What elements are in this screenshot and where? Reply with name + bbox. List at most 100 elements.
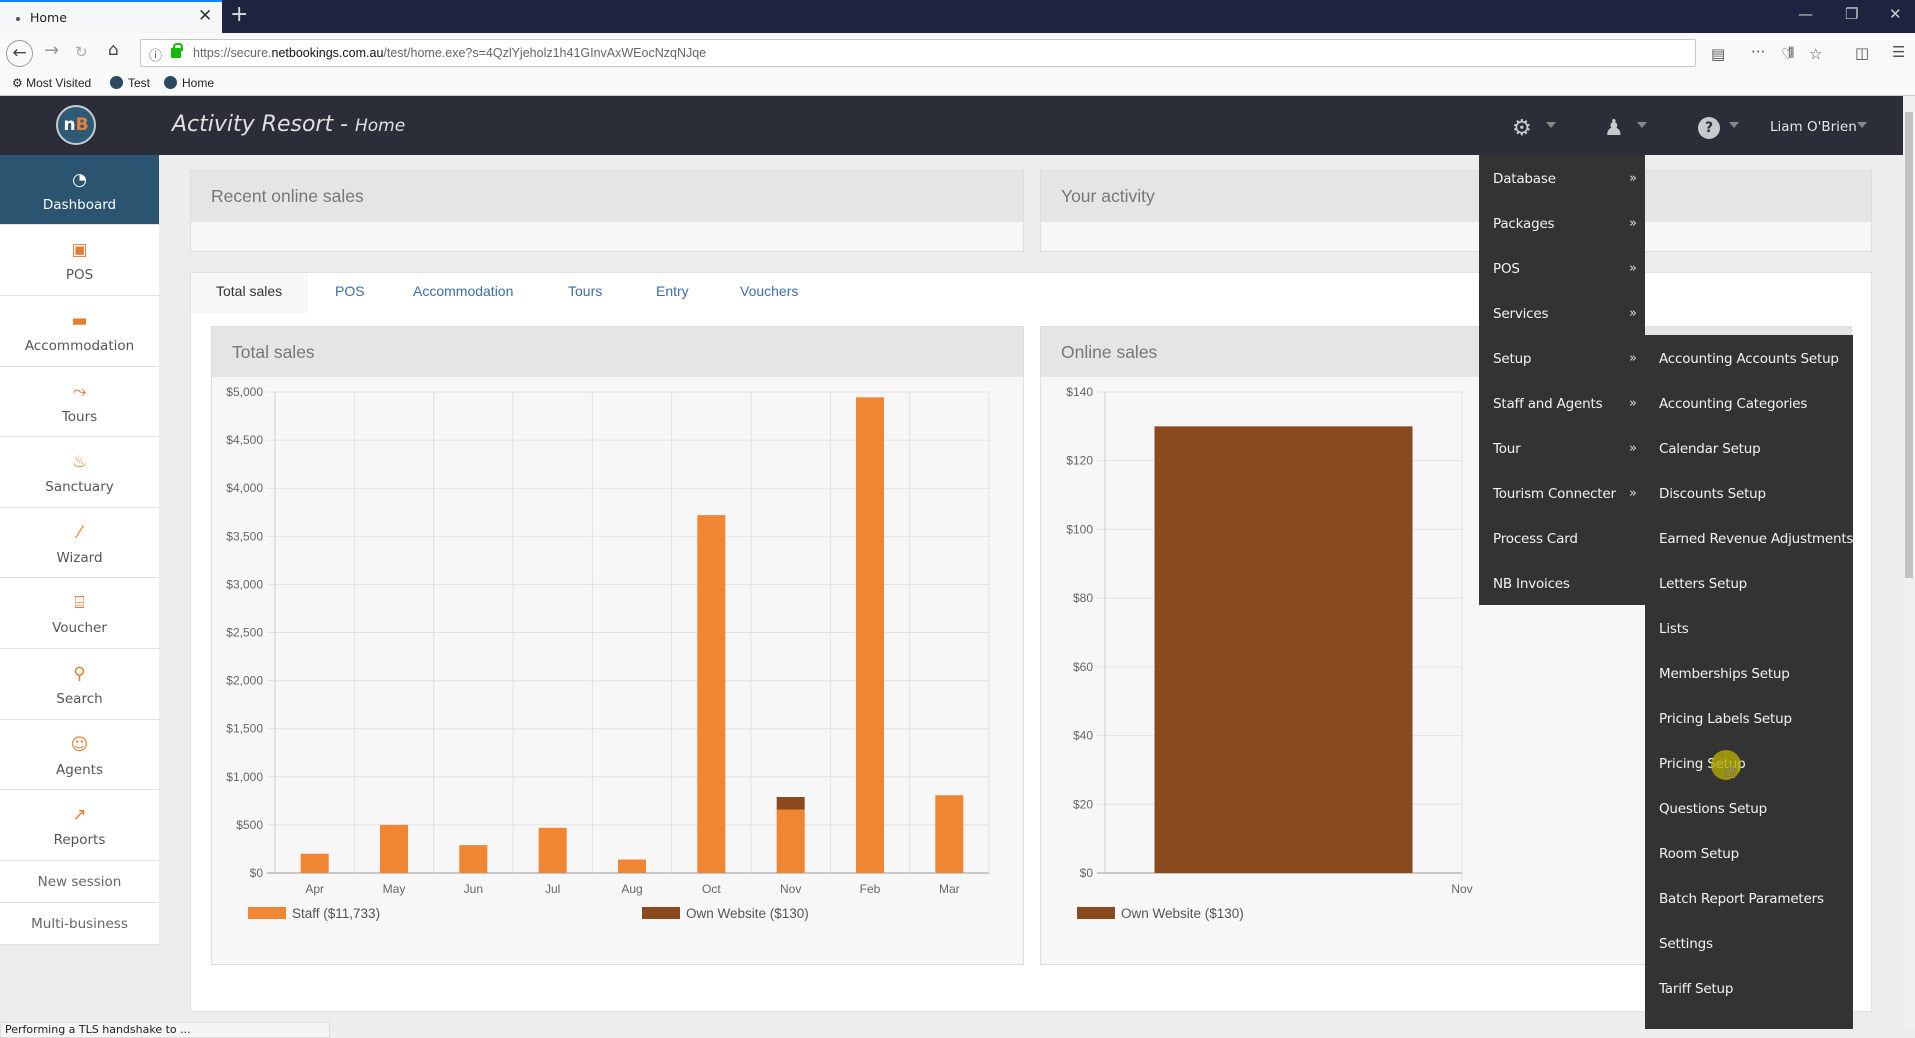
browser-tab[interactable]: Home ✕ [0,0,222,33]
total-sales-chart: $0 $500 $1,000 $1,500 $2,000 $2,500 $3,000 $3,5… [226,385,990,921]
sidebar-item-pos[interactable]: ▣ POS [0,225,159,296]
sidebar-item-search[interactable]: ⚲ Search [0,649,159,720]
bar-feb-staff [856,397,884,873]
chevron-down-icon[interactable] [1637,122,1647,128]
chevron-down-icon[interactable] [1729,122,1739,128]
your-activity-panel: Your activity [1040,170,1872,252]
url-bar[interactable]: ⓘ https://secure.netbookings.com.au/test… [140,39,1822,67]
bookmark-star-icon[interactable]: ☆ [1809,45,1822,63]
menu-item-services[interactable]: Services » [1493,306,1637,322]
menu-item-tour[interactable]: Tour » [1493,441,1637,457]
sidebar-item-wizard[interactable]: ⁄ Wizard [0,508,159,578]
url-text[interactable]: https://secure.netbookings.com.au/test/h… [193,46,706,60]
tab-entry[interactable]: Entry [656,283,689,299]
help-icon[interactable]: ? [1698,117,1720,139]
submenu-item-earned-revenue-adjustments[interactable]: Earned Revenue Adjustments [1659,531,1853,547]
sidebar-item-agents[interactable]: ☺ Agents [0,720,159,790]
menu-item-nb-invoices[interactable]: NB Invoices [1493,576,1570,592]
submenu-item-settings[interactable]: Settings [1659,936,1713,952]
home-icon[interactable]: ⌂ [108,40,119,60]
submenu-item-room-setup[interactable]: Room Setup [1659,846,1739,862]
admin-user-icon[interactable]: ♟ [1604,116,1624,141]
bookmark-most-visited[interactable]: ⚙ Most Visited [12,76,91,90]
submenu-item-accounting-categories[interactable]: Accounting Categories [1659,396,1807,412]
chevron-down-icon[interactable] [1857,122,1867,128]
bookmark-home[interactable]: Home [164,76,214,90]
tab-total-sales[interactable]: Total sales [216,283,282,299]
tab-pos[interactable]: POS [335,283,365,299]
settings-gears-icon[interactable]: ⚙ [1512,116,1532,141]
nb-favicon-icon [110,76,123,89]
window-close-icon[interactable]: ✕ [1889,5,1902,23]
library-icon[interactable]: ⫴ [1788,44,1794,62]
submenu-item-accounting-accounts-setup[interactable]: Accounting Accounts Setup [1659,351,1839,367]
submenu-item-questions-setup[interactable]: Questions Setup [1659,801,1767,817]
back-icon[interactable]: ← [6,40,33,67]
menu-item-pos[interactable]: POS » [1493,261,1637,277]
sidebar-item-dashboard[interactable]: ◔ Dashboard [0,155,159,225]
minimize-icon[interactable]: — [1798,5,1813,23]
menu-item-process-card[interactable]: Process Card [1493,531,1578,547]
submenu-item-letters-setup[interactable]: Letters Setup [1659,576,1747,592]
total-sales-panel: Total sales $0 $500 $1,000 $1,500 $2,000 $2,5… [211,326,1024,965]
bookmark-test[interactable]: Test [110,76,150,90]
sidebar-toggle-icon[interactable]: ◫ [1855,44,1869,62]
menu-item-tourism-connecter[interactable]: Tourism Connecter » [1493,486,1637,502]
reload-icon[interactable]: ↻ [75,43,88,61]
site-info-icon[interactable]: ⓘ [149,45,162,64]
submenu-item-memberships-setup[interactable]: Memberships Setup [1659,666,1790,682]
y-tick-label: $80 [1073,591,1093,605]
sidebar-item-voucher[interactable]: ⌸ Voucher [0,578,159,649]
menu-item-staff-and-agents[interactable]: Staff and Agents » [1493,396,1637,412]
setup-submenu: Accounting Accounts Setup Accounting Cate… [1645,335,1853,1029]
sidebar-item-sanctuary[interactable]: ♨ Sanctuary [0,437,159,508]
submenu-arrow-icon: » [1629,396,1637,411]
reader-view-icon[interactable]: ▤ [1711,45,1725,63]
pos-icon: ▣ [71,240,88,260]
submenu-item-discounts-setup[interactable]: Discounts Setup [1659,486,1766,502]
submenu-item-batch-report-parameters[interactable]: Batch Report Parameters [1659,891,1824,907]
submenu-item-tariff-setup[interactable]: Tariff Setup [1659,981,1733,997]
page-actions-icon[interactable]: ··· [1751,43,1765,61]
sidebar-item-new-session[interactable]: New session [0,861,159,903]
tab-tours[interactable]: Tours [568,283,602,299]
submenu-arrow-icon: » [1629,306,1637,321]
sidebar-item-multi-business[interactable]: Multi-business [0,903,159,945]
submenu-arrow-icon: » [1629,171,1637,186]
x-tick-label: Jun [464,882,483,896]
y-tick-label: $40 [1073,729,1093,743]
menu-item-setup[interactable]: Setup » [1493,351,1637,367]
hand-cursor-icon: ☝ [1725,762,1736,783]
y-tick-label: $140 [1066,385,1093,399]
restore-icon[interactable]: ❐ [1845,5,1858,23]
submenu-item-lists[interactable]: Lists [1659,621,1689,637]
forward-icon[interactable]: → [44,40,59,61]
tab-accommodation[interactable]: Accommodation [413,283,513,299]
sidebar-item-accommodation[interactable]: ▬ Accommodation [0,296,159,367]
sidebar-item-tours[interactable]: ⤳ Tours [0,367,159,437]
search-icon: ⚲ [73,664,86,684]
sidebar-item-reports[interactable]: ↗ Reports [0,790,159,861]
y-tick-label: $3,500 [226,529,263,543]
submenu-item-pricing-labels-setup[interactable]: Pricing Labels Setup [1659,711,1792,727]
nb-favicon-icon [164,76,177,89]
menu-item-label: Tourism Connecter [1493,486,1616,502]
y-tick-label: $2,500 [226,626,263,640]
menu-item-packages[interactable]: Packages » [1493,216,1637,232]
close-tab-icon[interactable]: ✕ [198,6,212,26]
tab-vouchers[interactable]: Vouchers [740,283,798,299]
chevron-down-icon[interactable] [1546,122,1556,128]
bed-icon: ▬ [71,311,88,331]
submenu-item-calendar-setup[interactable]: Calendar Setup [1659,441,1761,457]
dashboard-icon: ◔ [72,170,87,190]
menu-item-label: Packages [1493,216,1555,232]
netbookings-logo[interactable]: nB [56,105,96,145]
menu-item-database[interactable]: Database » [1493,171,1637,187]
menu-item-label: Database [1493,171,1556,187]
new-tab-button[interactable]: + [230,2,248,27]
scrollbar-thumb[interactable] [1905,112,1913,578]
recent-online-sales-panel: Recent online sales [190,170,1024,252]
user-menu[interactable]: Liam O'Brien [1770,119,1857,135]
browser-titlebar [0,0,1915,33]
menu-icon[interactable]: ☰ [1892,43,1905,61]
